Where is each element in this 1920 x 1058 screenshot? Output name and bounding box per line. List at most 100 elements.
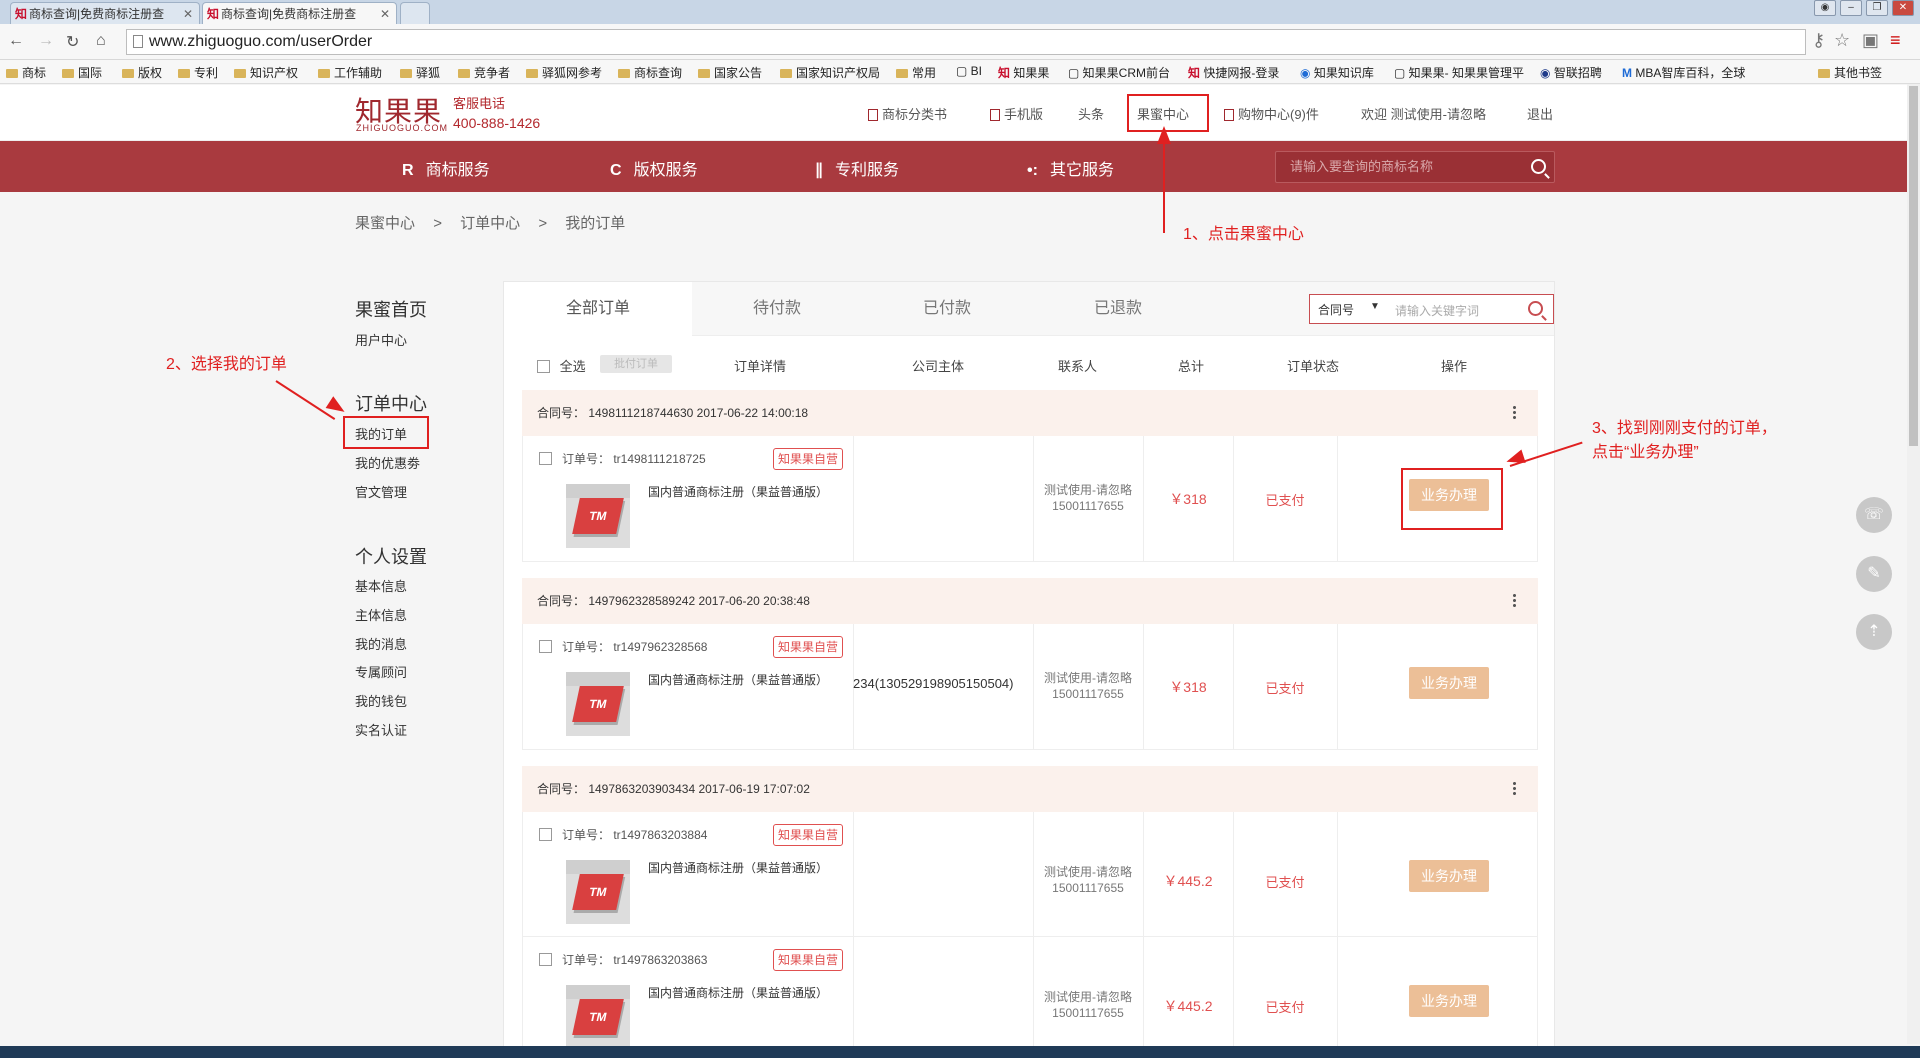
scrollbar-thumb[interactable]: [1909, 86, 1918, 446]
bookmark-star-icon[interactable]: ☆: [1834, 30, 1850, 51]
back-icon[interactable]: ←: [8, 32, 24, 50]
tab-pending-payment[interactable]: 待付款: [692, 282, 862, 336]
folder-icon: [458, 69, 470, 78]
browser-tab-active[interactable]: 知 商标查询|免费商标注册查 ✕: [202, 2, 397, 24]
extension-icon[interactable]: ▣: [1862, 30, 1879, 51]
more-options-icon[interactable]: [1513, 593, 1516, 607]
bookmark-item[interactable]: ▢ 知果果- 知果果管理平: [1394, 64, 1524, 81]
bookmark-item[interactable]: ▢ BI: [956, 64, 982, 78]
sidebar-item-user-center[interactable]: 用户中心: [355, 330, 407, 349]
bookmark-item[interactable]: 商标查询: [618, 64, 682, 81]
sidebar-order-title: 订单中心: [355, 394, 427, 414]
breadcrumb-guomi-center[interactable]: 果蜜中心: [355, 215, 415, 232]
home-icon[interactable]: ⌂: [96, 32, 106, 50]
dropdown-arrow-icon[interactable]: ▼: [1370, 301, 1380, 312]
sidebar-item-realname[interactable]: 实名认证: [355, 720, 407, 739]
product-name[interactable]: 国内普通商标注册（果益普通版）: [648, 984, 828, 1001]
bookmark-item[interactable]: 知识产权: [234, 64, 298, 81]
trademark-search-input[interactable]: 请输入要查询的商标名称: [1275, 151, 1555, 183]
search-icon[interactable]: [1531, 159, 1546, 174]
logout-link[interactable]: 退出: [1527, 104, 1553, 123]
bookmark-item[interactable]: 专利: [178, 64, 218, 81]
restore-icon[interactable]: ❐: [1866, 0, 1888, 16]
nav-patent-service[interactable]: ∥ 专利服务: [815, 156, 899, 180]
product-name[interactable]: 国内普通商标注册（果益普通版）: [648, 671, 828, 688]
order-checkbox[interactable]: [539, 640, 552, 653]
nav-copyright-service[interactable]: C 版权服务: [610, 156, 698, 180]
nav-trademark-service[interactable]: R 商标服务: [402, 156, 490, 180]
close-tab-icon[interactable]: ✕: [380, 3, 390, 24]
search-type-select[interactable]: 合同号: [1318, 301, 1354, 318]
page-scrollbar[interactable]: [1907, 84, 1920, 1044]
sidebar-item-coupons[interactable]: 我的优惠劵: [355, 453, 420, 472]
forward-icon[interactable]: →: [38, 32, 54, 50]
close-window-icon[interactable]: ✕: [1892, 0, 1914, 16]
business-handle-button[interactable]: 业务办理: [1409, 860, 1489, 892]
select-all[interactable]: 全选: [537, 356, 586, 375]
nav-classify[interactable]: 商标分类书: [868, 104, 947, 123]
nav-other-service[interactable]: •: 其它服务: [1027, 156, 1114, 180]
bookmark-item[interactable]: ◉ 智联招聘: [1540, 64, 1602, 81]
address-bar: ← → ↻ ⌂ www.zhiguoguo.com/userOrder ⚷ ☆ …: [0, 24, 1920, 60]
breadcrumb: 果蜜中心 > 订单中心 > 我的订单: [355, 215, 626, 232]
bookmark-item[interactable]: ◉ 知果知识库: [1300, 64, 1374, 81]
customer-service-icon[interactable]: ☏: [1856, 497, 1892, 533]
bookmark-item[interactable]: 竞争者: [458, 64, 510, 81]
bookmark-item[interactable]: 国家公告: [698, 64, 762, 81]
back-to-top-icon[interactable]: ⇡: [1856, 614, 1892, 650]
select-all-checkbox[interactable]: [537, 360, 550, 373]
close-tab-icon[interactable]: ✕: [183, 3, 193, 24]
minimize-icon[interactable]: –: [1840, 0, 1862, 16]
tab-paid[interactable]: 已付款: [862, 282, 1032, 336]
menu-icon[interactable]: ≡: [1890, 30, 1901, 51]
business-handle-button[interactable]: 业务办理: [1409, 985, 1489, 1017]
sidebar-item-advisor[interactable]: 专属顾问: [355, 662, 407, 681]
more-options-icon[interactable]: [1513, 405, 1516, 419]
annotation-step2: 2、选择我的订单: [166, 356, 287, 373]
product-name[interactable]: 国内普通商标注册（果益普通版）: [648, 859, 828, 876]
nav-cart[interactable]: 购物中心(9)件: [1224, 104, 1319, 123]
tab-refunded[interactable]: 已退款: [1032, 282, 1204, 336]
browser-tab[interactable]: 知 商标查询|免费商标注册查 ✕: [10, 2, 200, 24]
bookmark-item[interactable]: 知 知果果: [998, 64, 1049, 81]
sidebar-item-docs[interactable]: 官文管理: [355, 482, 407, 501]
bookmark-item[interactable]: M MBA智库百科，全球: [1622, 64, 1745, 81]
order-checkbox[interactable]: [539, 452, 552, 465]
bookmark-item[interactable]: 常用: [896, 64, 936, 81]
bookmark-item[interactable]: 国际: [62, 64, 102, 81]
col-status: 订单状态: [1287, 359, 1340, 374]
bookmark-item[interactable]: 商标: [6, 64, 46, 81]
search-icon[interactable]: [1528, 301, 1543, 316]
sidebar-item-basic-info[interactable]: 基本信息: [355, 576, 407, 595]
sidebar-item-entity-info[interactable]: 主体信息: [355, 605, 407, 624]
tab-all-orders[interactable]: 全部订单: [504, 282, 692, 336]
breadcrumb-order-center[interactable]: 订单中心: [460, 215, 520, 232]
order-checkbox[interactable]: [539, 953, 552, 966]
new-tab-button[interactable]: [400, 2, 430, 24]
hotline-label: 客服电话: [453, 96, 506, 111]
nav-headline[interactable]: 头条: [1078, 104, 1104, 123]
business-handle-button[interactable]: 业务办理: [1409, 667, 1489, 699]
feedback-icon[interactable]: ✎: [1856, 556, 1892, 592]
order-search-input[interactable]: 请输入关键字词: [1395, 302, 1479, 319]
nav-mobile[interactable]: 手机版: [990, 104, 1043, 123]
url-field[interactable]: www.zhiguoguo.com/userOrder: [126, 29, 1806, 55]
bookmark-item[interactable]: ▢ 知果果CRM前台: [1068, 64, 1170, 81]
bookmark-item[interactable]: 其他书签: [1818, 64, 1882, 81]
reload-icon[interactable]: ↻: [66, 32, 79, 52]
bookmark-item[interactable]: 工作辅助: [318, 64, 382, 81]
bookmark-item[interactable]: 知 快捷网报-登录: [1188, 64, 1279, 81]
bookmark-item[interactable]: 驿狐: [400, 64, 440, 81]
order-checkbox[interactable]: [539, 828, 552, 841]
bookmark-item[interactable]: 版权: [122, 64, 162, 81]
bookmark-item[interactable]: 国家知识产权局: [780, 64, 880, 81]
key-icon[interactable]: ⚷: [1812, 30, 1825, 51]
batch-pay-button[interactable]: 批付订单: [600, 355, 672, 373]
bookmark-item[interactable]: 驿狐网参考: [526, 64, 602, 81]
product-name[interactable]: 国内普通商标注册（果益普通版）: [648, 483, 828, 500]
sidebar-item-messages[interactable]: 我的消息: [355, 634, 407, 653]
folder-icon: [526, 69, 538, 78]
sidebar-item-wallet[interactable]: 我的钱包: [355, 691, 407, 710]
more-options-icon[interactable]: [1513, 781, 1516, 795]
user-icon[interactable]: ◉: [1814, 0, 1836, 16]
